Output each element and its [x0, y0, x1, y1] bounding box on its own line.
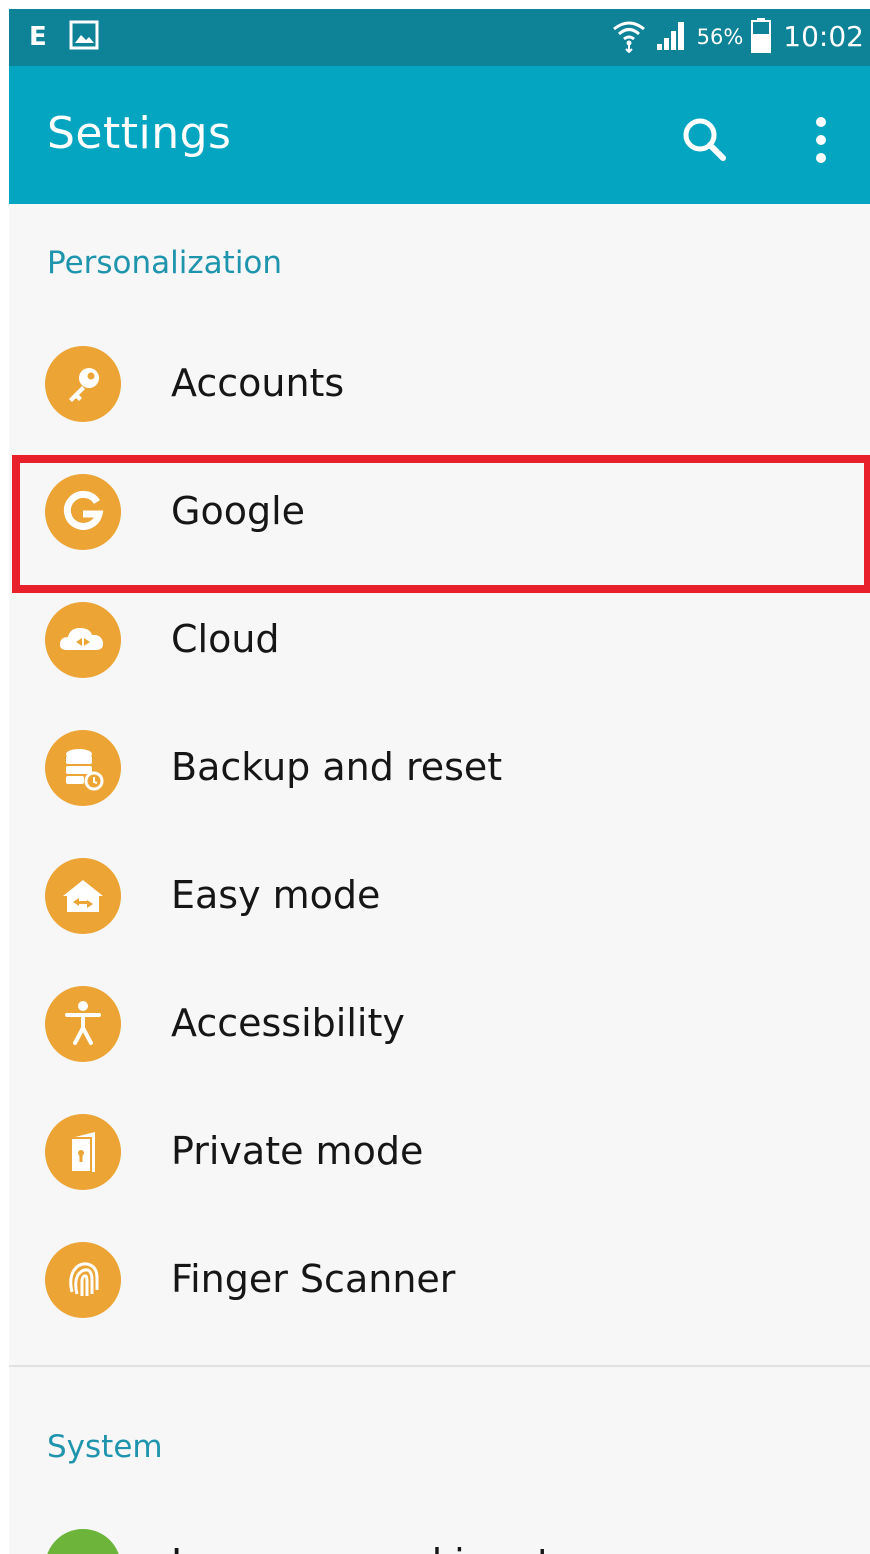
battery-percentage: 56% [696, 25, 744, 49]
settings-item-label: Easy mode [171, 873, 381, 917]
settings-item-backup-and-reset[interactable]: Backup and reset [9, 703, 870, 831]
settings-item-cloud[interactable]: Cloud [9, 575, 870, 703]
key-icon [45, 346, 121, 422]
settings-item-label: Accounts [171, 361, 345, 405]
battery-icon [751, 17, 772, 57]
settings-item-label: Finger Scanner [171, 1257, 456, 1301]
backup-icon [45, 730, 121, 806]
settings-item-google[interactable]: Google [9, 447, 870, 575]
section-header-system: System [47, 1429, 163, 1465]
keyboard-icon[interactable] [45, 1529, 121, 1554]
clock: 10:02 [783, 20, 864, 53]
page-title: Settings [47, 108, 232, 159]
settings-item-accounts[interactable]: Accounts [9, 319, 870, 447]
signal-icon [655, 18, 689, 56]
settings-item-easy-mode[interactable]: Easy mode [9, 831, 870, 959]
more-options-icon [816, 117, 826, 163]
status-bar: E 56% 10:02 [9, 9, 870, 66]
settings-item-accessibility[interactable]: Accessibility [9, 959, 870, 1087]
settings-item-label: Google [171, 489, 306, 533]
app-bar: Settings [9, 66, 870, 204]
google-icon [45, 474, 121, 550]
gallery-notification-icon [69, 20, 99, 54]
accessibility-icon [45, 986, 121, 1062]
section-header-personalization: Personalization [47, 245, 283, 281]
settings-item-label: Backup and reset [171, 745, 503, 789]
section-divider [9, 1365, 870, 1367]
more-options-button[interactable] [801, 110, 841, 170]
wifi-icon [611, 17, 647, 57]
cloud-icon [45, 602, 121, 678]
settings-item-finger-scanner[interactable]: Finger Scanner [9, 1215, 870, 1343]
search-icon [683, 118, 726, 161]
easy-mode-icon [45, 858, 121, 934]
network-type: E [29, 22, 47, 52]
settings-screen: E 56% 10:02 Settings Personalization Acc… [9, 9, 870, 1554]
settings-item-label: Cloud [171, 617, 280, 661]
settings-item-label: Accessibility [171, 1001, 405, 1045]
fingerprint-icon [45, 1242, 121, 1318]
private-mode-icon [45, 1114, 121, 1190]
search-button[interactable] [675, 110, 735, 170]
settings-item-language-and-input[interactable]: Language and input [171, 1537, 552, 1554]
settings-item-label: Private mode [171, 1129, 424, 1173]
settings-item-private-mode[interactable]: Private mode [9, 1087, 870, 1215]
